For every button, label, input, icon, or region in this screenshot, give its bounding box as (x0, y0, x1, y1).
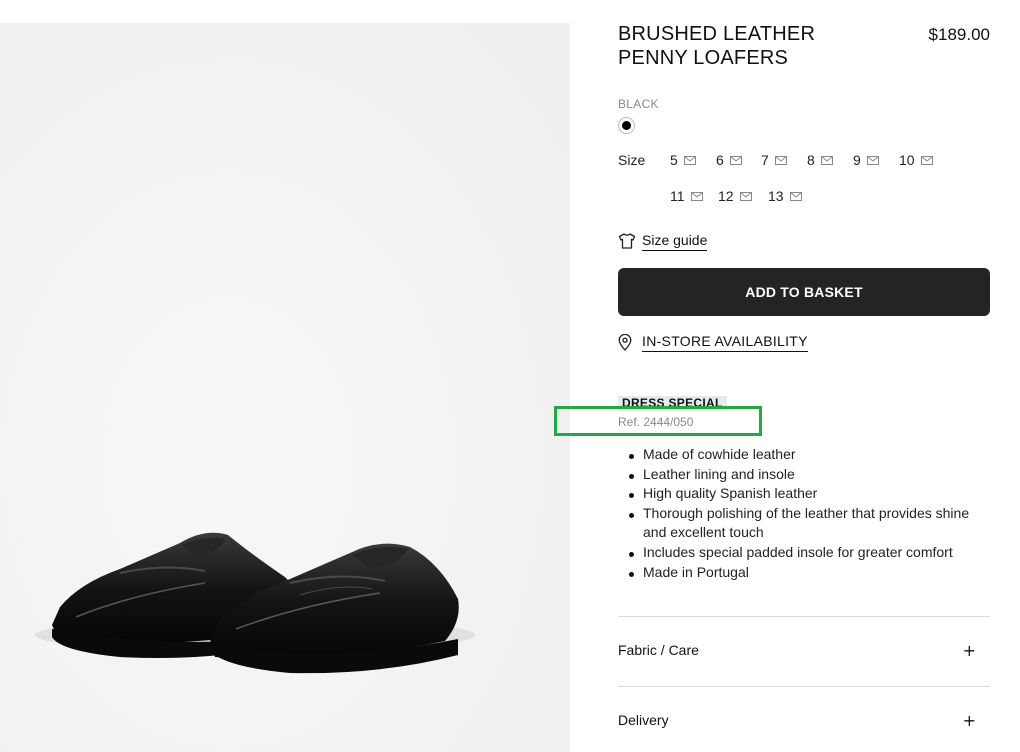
feature-item: Leather lining and insole (618, 465, 990, 485)
size-value: 7 (761, 152, 769, 168)
feature-item: Made of cowhide leather (618, 445, 990, 465)
size-value: 8 (807, 152, 815, 168)
size-option-11[interactable]: 11 (670, 184, 703, 208)
color-swatch-black[interactable] (618, 117, 635, 134)
feature-list: Made of cowhide leather Leather lining a… (618, 445, 990, 582)
envelope-icon (729, 155, 742, 165)
product-image-gallery[interactable] (0, 23, 570, 752)
loafer-shoes-image (0, 23, 570, 752)
size-option-12[interactable]: 12 (718, 184, 752, 208)
size-value: 10 (899, 152, 915, 168)
envelope-icon (739, 191, 752, 201)
divider (618, 686, 990, 687)
size-label: Size (618, 152, 646, 168)
size-option-8[interactable]: 8 (807, 148, 833, 172)
color-name: BLACK (618, 97, 659, 111)
tshirt-icon (618, 233, 636, 249)
size-value: 13 (768, 188, 784, 204)
location-pin-icon (618, 333, 632, 351)
swatch-dot (622, 121, 631, 130)
feature-item: Made in Portugal (618, 563, 990, 583)
accordion-delivery[interactable]: Delivery + (618, 700, 990, 740)
add-to-basket-button[interactable]: ADD TO BASKET (618, 268, 990, 316)
in-store-availability-label: IN-STORE AVAILABILITY (642, 333, 808, 352)
divider (618, 616, 990, 617)
plus-icon: + (962, 640, 976, 660)
envelope-icon (774, 155, 787, 165)
envelope-icon (690, 191, 703, 201)
envelope-icon (789, 191, 802, 201)
envelope-icon (866, 155, 879, 165)
size-option-5[interactable]: 5 (670, 148, 696, 172)
size-value: 11 (670, 188, 685, 204)
in-store-availability-link[interactable]: IN-STORE AVAILABILITY (618, 330, 808, 354)
size-option-7[interactable]: 7 (761, 148, 787, 172)
product-reference: Ref. 2444/050 (618, 415, 694, 429)
size-value: 6 (716, 152, 724, 168)
accordion-fabric-care[interactable]: Fabric / Care + (618, 630, 990, 670)
size-guide-label: Size guide (642, 232, 708, 251)
size-value: 12 (718, 188, 734, 204)
size-option-9[interactable]: 9 (853, 148, 879, 172)
size-option-10[interactable]: 10 (899, 148, 933, 172)
size-option-6[interactable]: 6 (716, 148, 742, 172)
size-option-13[interactable]: 13 (768, 184, 802, 208)
size-guide-link[interactable]: Size guide (618, 229, 708, 253)
feature-item: Thorough polishing of the leather that p… (618, 504, 990, 543)
envelope-icon (683, 155, 696, 165)
product-title: BRUSHED LEATHER PENNY LOAFERS (618, 23, 816, 69)
plus-icon: + (962, 710, 976, 730)
size-value: 9 (853, 152, 861, 168)
product-price: $189.00 (928, 25, 990, 44)
feature-item: Includes special padded insole for great… (618, 543, 990, 563)
envelope-icon (920, 155, 933, 165)
envelope-icon (820, 155, 833, 165)
size-value: 5 (670, 152, 678, 168)
feature-item: High quality Spanish leather (618, 484, 990, 504)
accordion-label: Delivery (618, 712, 669, 728)
product-badge: DRESS SPECIAL (618, 396, 727, 411)
accordion-label: Fabric / Care (618, 642, 699, 658)
product-info-panel: BRUSHED LEATHER PENNY LOAFERS $189.00 BL… (618, 0, 990, 752)
